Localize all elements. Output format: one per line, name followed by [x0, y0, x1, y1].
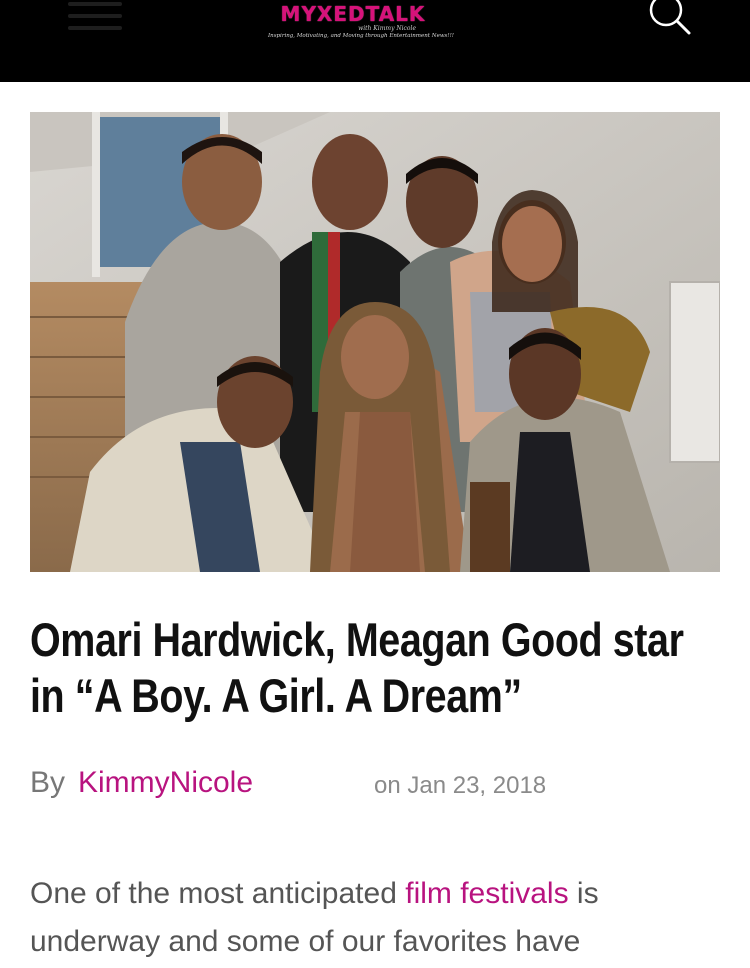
article-body-paragraph: One of the most anticipated film festiva… — [30, 870, 730, 966]
menu-line — [68, 26, 122, 30]
logo-text: MYXEDTALK — [280, 2, 426, 26]
article-byline: By KimmyNicole on Jan 23, 2018 — [30, 766, 720, 806]
publish-date: on Jan 23, 2018 — [374, 772, 547, 799]
menu-line — [68, 2, 122, 6]
site-logo[interactable]: MYXEDTALK with Kimmy Nicole Inspiring, M… — [268, 0, 454, 42]
group-photo — [30, 112, 720, 572]
search-icon[interactable] — [646, 0, 694, 36]
article-hero-image[interactable] — [30, 112, 720, 572]
menu-line — [68, 14, 122, 18]
by-label: By — [30, 766, 66, 799]
logo-subtitle: with Kimmy Nicole — [358, 25, 416, 32]
logo-tagline: Inspiring, Motivating, and Moving throug… — [268, 33, 454, 39]
hamburger-menu-icon[interactable] — [68, 0, 122, 34]
film-festivals-link[interactable]: film festivals — [405, 877, 568, 910]
article-title: Omari Hardwick, Meagan Good star in “A B… — [30, 613, 684, 722]
top-navigation-bar: MYXEDTALK with Kimmy Nicole Inspiring, M… — [0, 0, 750, 82]
author-link[interactable]: KimmyNicole — [78, 766, 253, 800]
body-text-start: One of the most anticipated — [30, 877, 406, 910]
